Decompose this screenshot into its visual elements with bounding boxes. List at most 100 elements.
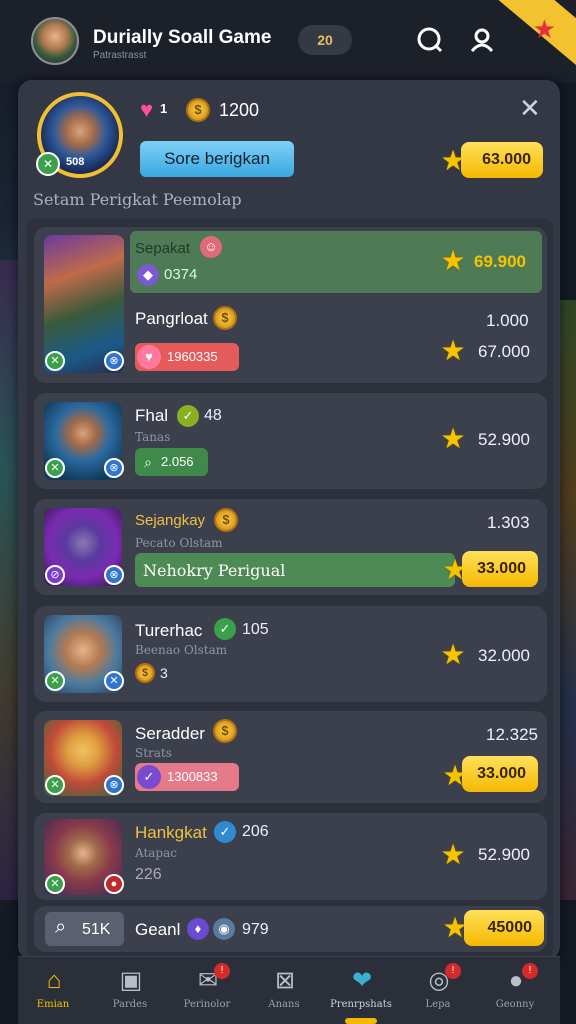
row-name: Fhal <box>135 406 169 425</box>
row-name: Hankgkat <box>135 823 207 842</box>
skill-icon: ⊗ <box>104 775 124 795</box>
nav-label: Pardes <box>112 999 148 1010</box>
gem-icon: ◆ <box>137 264 159 286</box>
leaderboard-icon: ❤ <box>351 967 373 994</box>
close-icon[interactable]: ✕ <box>519 95 541 121</box>
row-stars-value: 52.900 <box>478 845 530 864</box>
row-num: 48 <box>204 407 222 424</box>
heart-icon: ♥ <box>137 345 161 369</box>
row-subvalue: 226 <box>135 866 162 883</box>
envelope-icon: ⊠ <box>274 967 296 994</box>
notification-badge: ! <box>445 963 461 979</box>
row-stars-value: 32.000 <box>478 646 530 665</box>
counter-pill[interactable]: 20 <box>298 25 352 55</box>
coin-icon: $ <box>135 663 155 683</box>
search-icon: ⌕ <box>144 454 152 470</box>
notification-badge: ! <box>214 963 230 979</box>
footer-gold-button[interactable]: 45000 <box>464 910 544 946</box>
level-icon: ⊘ <box>45 565 65 585</box>
nav-item-messages[interactable]: ⊠ Anans <box>249 957 319 1024</box>
search-value: 51K <box>82 921 111 938</box>
ribbon-star-icon: ★ <box>532 14 556 44</box>
row-stars-value: 67.000 <box>478 342 530 361</box>
star-icon: ★ <box>440 839 466 870</box>
skill-icon: ● <box>104 874 124 894</box>
level-icon: ✕ <box>45 874 65 894</box>
row-highlight-value: 69.900 <box>474 252 526 271</box>
background-decor-left <box>0 260 20 900</box>
level-badge-icon: ✕ <box>36 152 60 176</box>
nav-label: Anans <box>268 999 300 1010</box>
player-avatar[interactable] <box>31 17 79 65</box>
row-top-value: 12.325 <box>486 725 538 744</box>
coin-icon: $ <box>213 719 237 743</box>
level-icon: ✕ <box>45 671 65 691</box>
nav-label: Perinolor <box>183 999 231 1010</box>
hearts-count: 1 <box>160 101 168 116</box>
row-gold-button[interactable]: 33.000 <box>462 551 538 587</box>
nav-item-leaderboard[interactable]: ❤ Prenrpshats <box>326 957 396 1024</box>
gem-icon: ♦ <box>187 918 209 940</box>
nav-label: Lepa <box>425 999 451 1010</box>
row-name: Sepakat <box>135 240 191 257</box>
home-icon: ⌂ <box>46 967 62 994</box>
app-subtitle: Patrastrasst <box>93 50 147 61</box>
star-icon: ★ <box>440 245 466 276</box>
row-name: Turerhac <box>135 621 203 640</box>
row-subtitle: Atapac <box>135 846 177 860</box>
gold-total-button[interactable]: 63.000 <box>461 142 543 178</box>
row-chip: ♥ 1960335 <box>135 343 239 371</box>
skill-icon: ⊗ <box>104 565 124 585</box>
nav-item-chat[interactable]: ● ! Geonny <box>480 957 550 1024</box>
row-top-value: 1.303 <box>487 513 530 532</box>
search-icon[interactable] <box>415 25 445 55</box>
row-name: Seradder <box>135 724 205 743</box>
row-second-name: Pangrloat <box>135 309 208 328</box>
nav-item-home[interactable]: ⌂ Emian <box>18 957 88 1024</box>
row-subtitle: Strats <box>135 746 172 760</box>
star-icon: ★ <box>440 639 466 670</box>
section-label: Setam Perigkat Peemolap <box>33 190 242 209</box>
nav-label: Prenrpshats <box>330 999 392 1010</box>
level-icon: ✕ <box>45 351 65 371</box>
row-subtitle: Tanas <box>135 430 171 444</box>
row-bar-text: Nehokry Perigual <box>143 561 286 580</box>
footer-num: 979 <box>242 921 269 938</box>
row-name: Sejangkay <box>135 512 206 529</box>
shield-icon: ✓ <box>137 765 161 789</box>
row-subtitle: Pecato Olstam <box>135 536 223 550</box>
row-stars-value: 52.900 <box>478 430 530 449</box>
nav-label: Geonny <box>495 999 535 1010</box>
coin-icon: $ <box>213 306 237 330</box>
check-icon: ✓ <box>214 821 236 843</box>
star-icon: ★ <box>440 423 466 454</box>
row-num: 105 <box>242 621 269 638</box>
app-title: Durially Soall Game <box>93 27 272 48</box>
store-icon: ▣ <box>119 967 143 994</box>
check-icon: ✓ <box>214 618 236 640</box>
level-number: 508 <box>66 156 85 168</box>
nav-item-mail[interactable]: ✉ ! Perinolor <box>172 957 242 1024</box>
search-icon: ⌕ <box>55 916 67 938</box>
active-tab-indicator <box>345 1018 377 1024</box>
row-gold-button[interactable]: 33.000 <box>462 756 538 792</box>
store-button[interactable]: Sore berigkan <box>140 141 294 177</box>
level-icon: ✕ <box>45 458 65 478</box>
coin-icon: $ <box>186 98 210 122</box>
row-chip: ⌕ 2.056 <box>135 448 208 476</box>
coin-balance: 1200 <box>219 100 260 120</box>
nav-item-target[interactable]: ◎ ! Lepa <box>403 957 473 1024</box>
skill-icon: ✕ <box>104 671 124 691</box>
star-icon: ★ <box>440 335 466 366</box>
event-ribbon[interactable]: ★ <box>486 0 576 70</box>
skill-icon: ⊗ <box>104 351 124 371</box>
row-subtitle: Beenao Olstam <box>135 643 228 657</box>
row-num: 206 <box>242 823 269 840</box>
footer-name: Geanl <box>135 920 181 939</box>
nav-label: Emian <box>36 999 70 1010</box>
row-chip: ✓ 1300833 <box>135 763 239 791</box>
emoji-icon: ☺ <box>200 236 222 258</box>
globe-icon: ◉ <box>213 918 235 940</box>
notification-badge: ! <box>522 963 538 979</box>
nav-item-store[interactable]: ▣ Pardes <box>95 957 165 1024</box>
